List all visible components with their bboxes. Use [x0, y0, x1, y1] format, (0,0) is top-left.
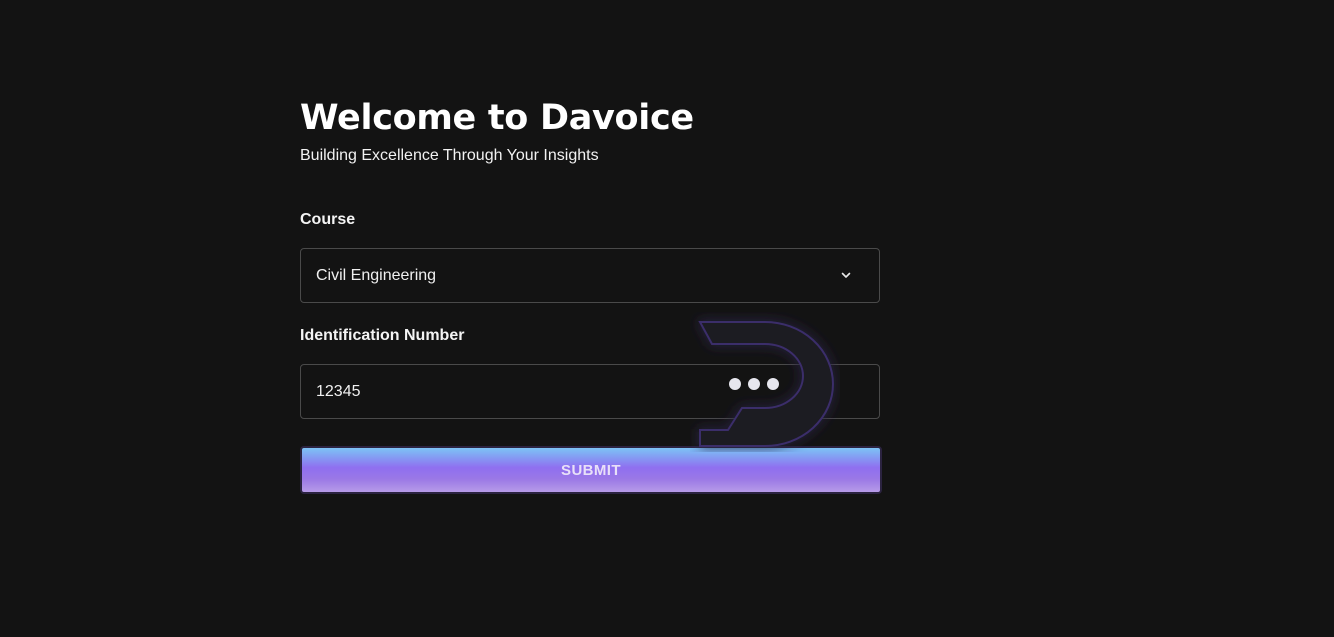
id-number-value: 12345	[316, 382, 361, 400]
feedback-form: Welcome to Davoice Building Excellence T…	[300, 96, 882, 494]
page: Welcome to Davoice Building Excellence T…	[0, 0, 1334, 637]
id-number-input[interactable]: 12345	[300, 364, 880, 419]
course-select-value: Civil Engineering	[316, 266, 437, 284]
chevron-down-icon	[841, 272, 851, 278]
course-label: Course	[300, 211, 356, 228]
submit-button[interactable]: SUBMIT	[300, 446, 882, 494]
course-select[interactable]: Civil Engineering	[300, 248, 880, 303]
id-number-label: Identification Number	[300, 327, 465, 344]
page-title: Welcome to Davoice	[300, 98, 694, 138]
page-subtitle: Building Excellence Through Your Insight…	[300, 147, 599, 164]
